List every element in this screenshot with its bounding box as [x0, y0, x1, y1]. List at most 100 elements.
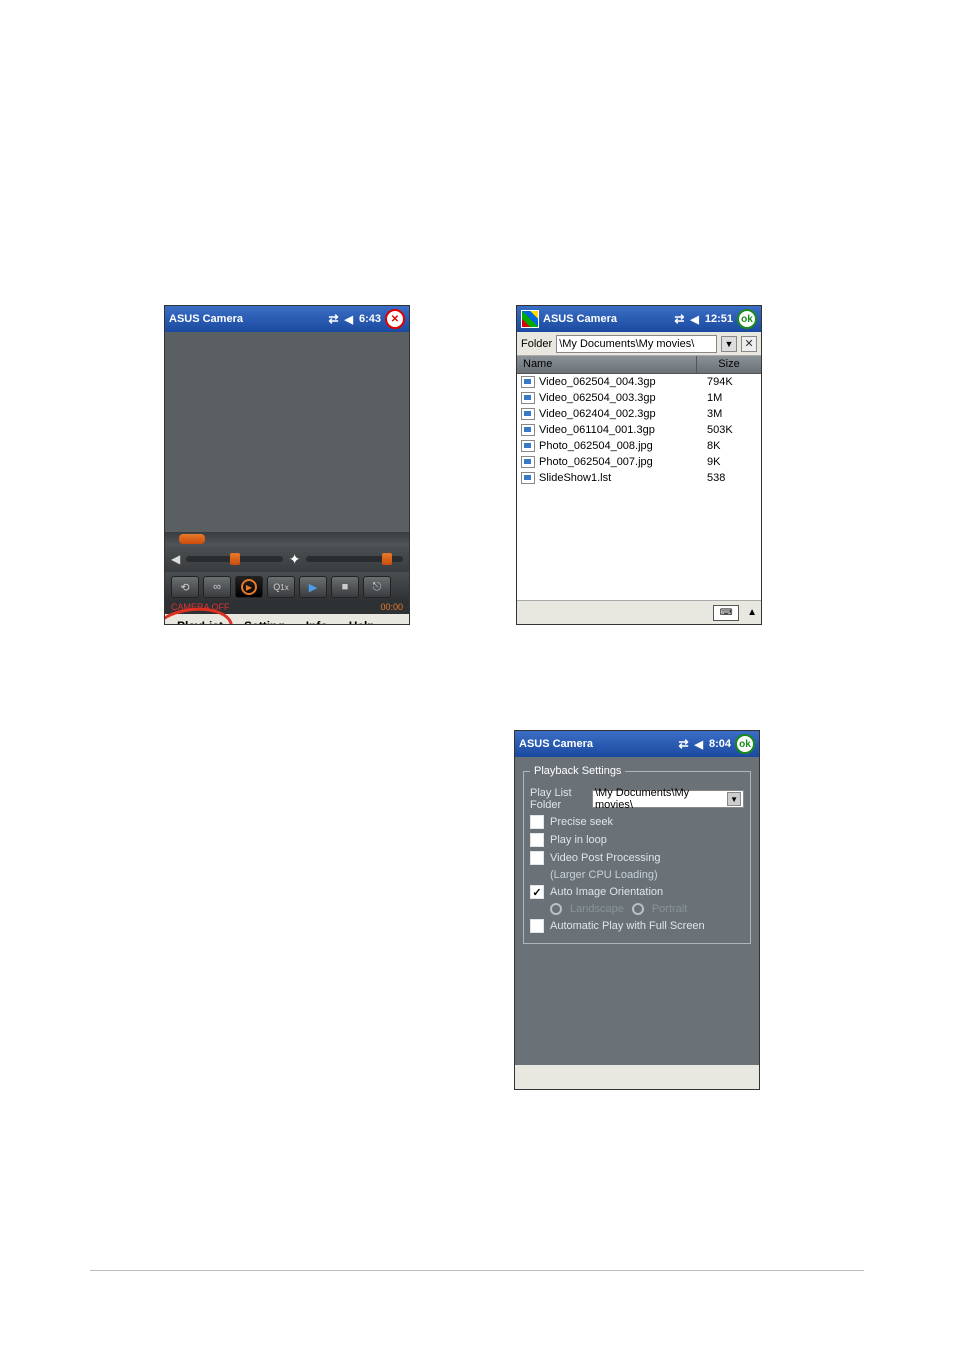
- precise-seek-checkbox[interactable]: [530, 815, 544, 829]
- play-in-loop-checkbox[interactable]: [530, 833, 544, 847]
- eject-button[interactable]: ⎋: [363, 576, 391, 598]
- file-name: Photo_062504_008.jpg: [539, 440, 707, 452]
- file-size: 3M: [707, 408, 757, 420]
- volume-slider[interactable]: [186, 556, 283, 562]
- column-size[interactable]: Size: [697, 356, 761, 373]
- landscape-radio[interactable]: [550, 903, 562, 915]
- file-row[interactable]: SlideShow1.lst538: [517, 470, 761, 486]
- seek-thumb[interactable]: [179, 534, 205, 544]
- volume-thumb[interactable]: [230, 553, 240, 565]
- orientation-radios: Landscape Portrait: [550, 903, 744, 915]
- stop-button[interactable]: ■: [331, 576, 359, 598]
- precise-seek-row: Precise seek: [530, 815, 744, 829]
- controls-row: ⟲ ∞ ▶ Q1x ▶ ■ ⎋: [165, 572, 409, 602]
- menu-setting[interactable]: Setting: [234, 616, 295, 625]
- file-icon: [521, 456, 535, 468]
- auto-full-checkbox[interactable]: [530, 919, 544, 933]
- status-icons: 12:51: [674, 312, 733, 326]
- file-headers: Name Size: [517, 356, 761, 374]
- zoom-button[interactable]: Q1x: [267, 576, 295, 598]
- portrait-radio[interactable]: [632, 903, 644, 915]
- ok-button[interactable]: ok: [735, 734, 755, 754]
- connection-icon[interactable]: [328, 312, 338, 326]
- file-icon: [521, 424, 535, 436]
- play-button[interactable]: ▶: [299, 576, 327, 598]
- brightness-thumb[interactable]: [382, 553, 392, 565]
- settings-screen: ASUS Camera 8:04 ok Playback Settings Pl…: [514, 730, 760, 1090]
- clock: 12:51: [705, 313, 733, 325]
- auto-orient-label: Auto Image Orientation: [550, 886, 663, 898]
- menu-info[interactable]: Info: [296, 616, 338, 625]
- file-name: Video_062404_002.3gp: [539, 408, 707, 420]
- seek-bar[interactable]: [165, 532, 409, 546]
- app-title: ASUS Camera: [169, 313, 324, 325]
- file-icon: [521, 376, 535, 388]
- keyboard-icon[interactable]: ⌨: [713, 605, 739, 621]
- brightness-slider[interactable]: [306, 556, 403, 562]
- status-icons: 8:04: [678, 737, 731, 751]
- video-post-sublabel: (Larger CPU Loading): [550, 869, 744, 881]
- precise-seek-label: Precise seek: [550, 816, 613, 828]
- start-icon[interactable]: [521, 310, 539, 328]
- volume-icon[interactable]: [695, 738, 703, 751]
- volume-icon[interactable]: [345, 313, 353, 326]
- app-title: ASUS Camera: [543, 313, 670, 325]
- chevron-down-icon[interactable]: ▼: [727, 792, 741, 806]
- auto-full-label: Automatic Play with Full Screen: [550, 920, 705, 932]
- titlebar: ASUS Camera 8:04 ok: [515, 731, 759, 757]
- playlist-folder-row: Play List Folder \My Documents\My movies…: [530, 787, 744, 811]
- file-name: SlideShow1.lst: [539, 472, 707, 484]
- clock: 6:43: [359, 313, 381, 325]
- menubar: PlayList Setting Info Help: [165, 614, 409, 625]
- auto-full-row: Automatic Play with Full Screen: [530, 919, 744, 933]
- volume-icon[interactable]: [690, 313, 698, 326]
- column-name[interactable]: Name: [517, 356, 697, 373]
- file-row[interactable]: Video_062504_003.3gp1M: [517, 390, 761, 406]
- landscape-label: Landscape: [570, 903, 624, 915]
- menu-playlist[interactable]: PlayList: [167, 616, 233, 625]
- file-size: 9K: [707, 456, 757, 468]
- status-row: CAMERA OFF 00:00: [165, 602, 409, 614]
- file-icon: [521, 392, 535, 404]
- speaker-icon[interactable]: ◀: [171, 552, 180, 566]
- sliders-row: ◀ ✦: [165, 546, 409, 572]
- file-row[interactable]: Video_062504_004.3gp794K: [517, 374, 761, 390]
- portrait-label: Portrait: [652, 903, 687, 915]
- close-icon[interactable]: ✕: [741, 336, 757, 352]
- file-size: 503K: [707, 424, 757, 436]
- video-post-checkbox[interactable]: [530, 851, 544, 865]
- file-size: 538: [707, 472, 757, 484]
- playlist-folder-select[interactable]: \My Documents\My movies\ ▼: [592, 790, 744, 808]
- video-post-row: Video Post Processing: [530, 851, 744, 865]
- status-icons: 6:43: [328, 312, 381, 326]
- ok-button[interactable]: ok: [737, 309, 757, 329]
- settings-body: Playback Settings Play List Folder \My D…: [515, 757, 759, 952]
- brightness-icon[interactable]: ✦: [289, 551, 301, 568]
- file-name: Video_062504_004.3gp: [539, 376, 707, 388]
- playlist-folder-value: \My Documents\My movies\: [595, 787, 727, 811]
- player-screen: ASUS Camera 6:43 ✕ ◀ ✦ ⟲ ∞ ▶ Q1x ▶ ■ ⎋ C…: [164, 305, 410, 625]
- flip-h-icon[interactable]: ⟲: [171, 576, 199, 598]
- chevron-down-icon[interactable]: ▼: [721, 336, 737, 352]
- file-icon: [521, 408, 535, 420]
- folder-input[interactable]: [556, 335, 717, 353]
- connection-icon[interactable]: [674, 312, 684, 326]
- flip-v-icon[interactable]: ∞: [203, 576, 231, 598]
- group-legend: Playback Settings: [530, 765, 625, 777]
- file-row[interactable]: Photo_062504_008.jpg8K: [517, 438, 761, 454]
- auto-orient-checkbox[interactable]: [530, 885, 544, 899]
- file-row[interactable]: Video_061104_001.3gp503K: [517, 422, 761, 438]
- menu-up-icon[interactable]: ▲: [747, 607, 757, 618]
- close-icon[interactable]: ✕: [385, 309, 405, 329]
- folder-label: Folder: [521, 338, 552, 350]
- video-post-label: Video Post Processing: [550, 852, 660, 864]
- page-divider: [90, 1270, 864, 1271]
- menu-help[interactable]: Help: [339, 616, 385, 625]
- record-button[interactable]: ▶: [235, 576, 263, 598]
- bottombar: [515, 1065, 759, 1089]
- file-size: 794K: [707, 376, 757, 388]
- connection-icon[interactable]: [678, 737, 688, 751]
- file-row[interactable]: Photo_062504_007.jpg9K: [517, 454, 761, 470]
- file-size: 1M: [707, 392, 757, 404]
- file-row[interactable]: Video_062404_002.3gp3M: [517, 406, 761, 422]
